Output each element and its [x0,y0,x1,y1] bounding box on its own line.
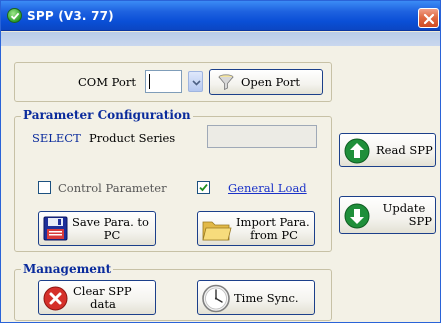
com-port-label: COM Port [78,75,136,89]
update-spp-button[interactable]: Update SPP [339,196,436,234]
checkmark-icon [199,184,208,192]
check-title-icon [7,8,22,23]
clock-icon [202,284,230,313]
title-bar[interactable]: SPP (V3. 77) [1,1,440,31]
close-icon [423,13,435,25]
time-sync-button[interactable]: Time Sync. [197,280,315,315]
read-spp-button[interactable]: Read SPP [339,133,436,167]
general-load-checkbox[interactable] [197,181,210,194]
arrow-up-icon [344,138,370,164]
clear-spp-line2: data [90,297,116,311]
open-port-button[interactable]: Open Port [209,69,323,95]
window-title: SPP (V3. 77) [27,9,114,23]
app-window: SPP (V3. 77) COM Port Open Port Paramete… [0,0,441,323]
import-para-line2: from PC [250,228,298,242]
import-para-from-pc-button[interactable]: Import Para. from PC [197,211,315,246]
chevron-down-icon [192,80,201,86]
management-title: Management [21,262,114,276]
parameter-configuration-title: Parameter Configuration [21,108,193,122]
product-series-label: Product Series [89,131,176,145]
text-caret [149,74,150,89]
folder-icon [202,221,232,241]
save-para-to-pc-button[interactable]: Save Para. to PC [38,211,156,246]
update-spp-line2: SPP [408,214,432,228]
com-port-dropdown-button[interactable] [188,71,203,92]
funnel-icon [218,74,234,91]
general-load-link[interactable]: General Load [228,181,307,195]
control-parameter-checkbox[interactable] [38,181,51,194]
save-para-line2: PC [103,228,121,242]
close-button[interactable] [418,8,439,28]
product-series-field[interactable] [207,125,317,148]
read-spp-label: Read SPP [376,143,433,157]
control-parameter-label: Control Parameter [58,181,167,195]
select-label: SELECT [32,131,81,145]
toolbar-strip [1,32,440,46]
floppy-disk-icon [43,216,68,241]
red-x-icon [43,286,68,311]
open-port-label: Open Port [241,75,300,89]
time-sync-label: Time Sync. [234,291,299,305]
com-port-select[interactable] [145,70,182,93]
clear-spp-data-button[interactable]: Clear SPP data [38,280,156,315]
arrow-down-icon [344,203,370,229]
